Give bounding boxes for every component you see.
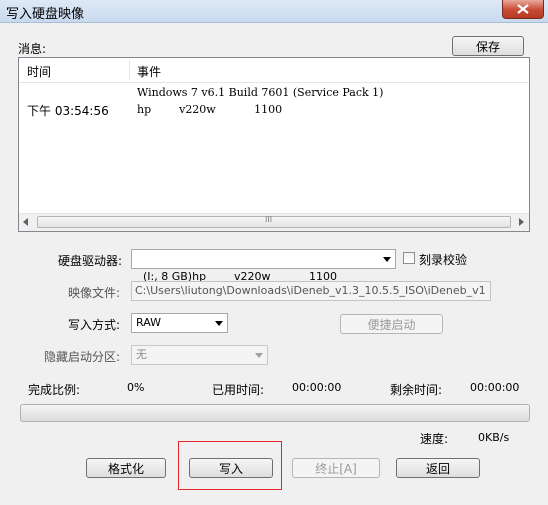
drive-label: 硬盘驱动器: bbox=[58, 254, 123, 268]
speed-label: 速度: bbox=[420, 432, 449, 446]
elapsed-label: 已用时间: bbox=[212, 383, 265, 397]
write-mode-select[interactable]: RAW bbox=[131, 313, 228, 333]
save-button[interactable]: 保存 bbox=[452, 36, 524, 56]
row-event: hp v220w 1100 bbox=[137, 103, 283, 116]
message-list[interactable]: 时间 事件 下午 03:54:56 Windows 7 v6.1 Build 7… bbox=[18, 57, 530, 232]
format-button[interactable]: 格式化 bbox=[86, 458, 166, 478]
chevron-down-icon bbox=[383, 257, 391, 262]
window-title: 写入硬盘映像 bbox=[6, 7, 85, 22]
chevron-down-icon bbox=[215, 321, 223, 326]
hidden-partition-value: 无 bbox=[136, 348, 147, 361]
scroll-left-icon[interactable] bbox=[23, 218, 29, 226]
abort-button[interactable]: 终止[A] bbox=[292, 458, 380, 478]
speed-value: 0KB/s bbox=[478, 431, 510, 444]
hidden-partition-select[interactable]: 无 bbox=[131, 345, 268, 365]
remaining-label: 剩余时间: bbox=[390, 383, 443, 397]
column-time[interactable]: 时间 bbox=[27, 63, 51, 80]
row-event: Windows 7 v6.1 Build 7601 (Service Pack … bbox=[137, 86, 384, 99]
chevron-down-icon bbox=[255, 353, 263, 358]
row-time: 下午 03:54:56 bbox=[27, 104, 109, 118]
verify-label[interactable]: 刻录校验 bbox=[419, 251, 467, 268]
write-mode-label: 写入方式: bbox=[68, 318, 121, 332]
close-button[interactable] bbox=[502, 0, 544, 19]
grip-icon: III bbox=[265, 215, 273, 224]
drive-select[interactable]: (I:, 8 GB)hp v220w 1100 bbox=[131, 249, 396, 283]
image-file-field[interactable]: C:\Users\liutong\Downloads\iDeneb_v1.3_1… bbox=[131, 281, 491, 301]
progress-label: 完成比例: bbox=[28, 383, 81, 397]
highlight-box bbox=[178, 441, 282, 490]
messages-label: 消息: bbox=[18, 42, 47, 56]
write-mode-value: RAW bbox=[136, 316, 161, 329]
list-header: 时间 事件 bbox=[19, 58, 529, 83]
verify-checkbox[interactable] bbox=[403, 252, 415, 264]
column-splitter[interactable] bbox=[129, 60, 130, 80]
remaining-value: 00:00:00 bbox=[470, 381, 520, 394]
scroll-thumb[interactable]: III bbox=[37, 215, 511, 228]
hidden-partition-label: 隐藏启动分区: bbox=[44, 350, 121, 364]
progress-bar bbox=[20, 404, 530, 422]
image-file-label: 映像文件: bbox=[68, 286, 121, 300]
close-icon bbox=[517, 4, 529, 14]
quick-boot-button[interactable]: 便捷启动 bbox=[340, 314, 443, 334]
column-event[interactable]: 事件 bbox=[137, 63, 161, 80]
title-bar: 写入硬盘映像 bbox=[0, 0, 548, 23]
horizontal-scrollbar[interactable]: III bbox=[19, 213, 529, 231]
back-button[interactable]: 返回 bbox=[396, 458, 480, 478]
progress-value: 0% bbox=[127, 381, 145, 394]
scroll-right-icon[interactable] bbox=[519, 218, 525, 226]
elapsed-value: 00:00:00 bbox=[292, 381, 342, 394]
